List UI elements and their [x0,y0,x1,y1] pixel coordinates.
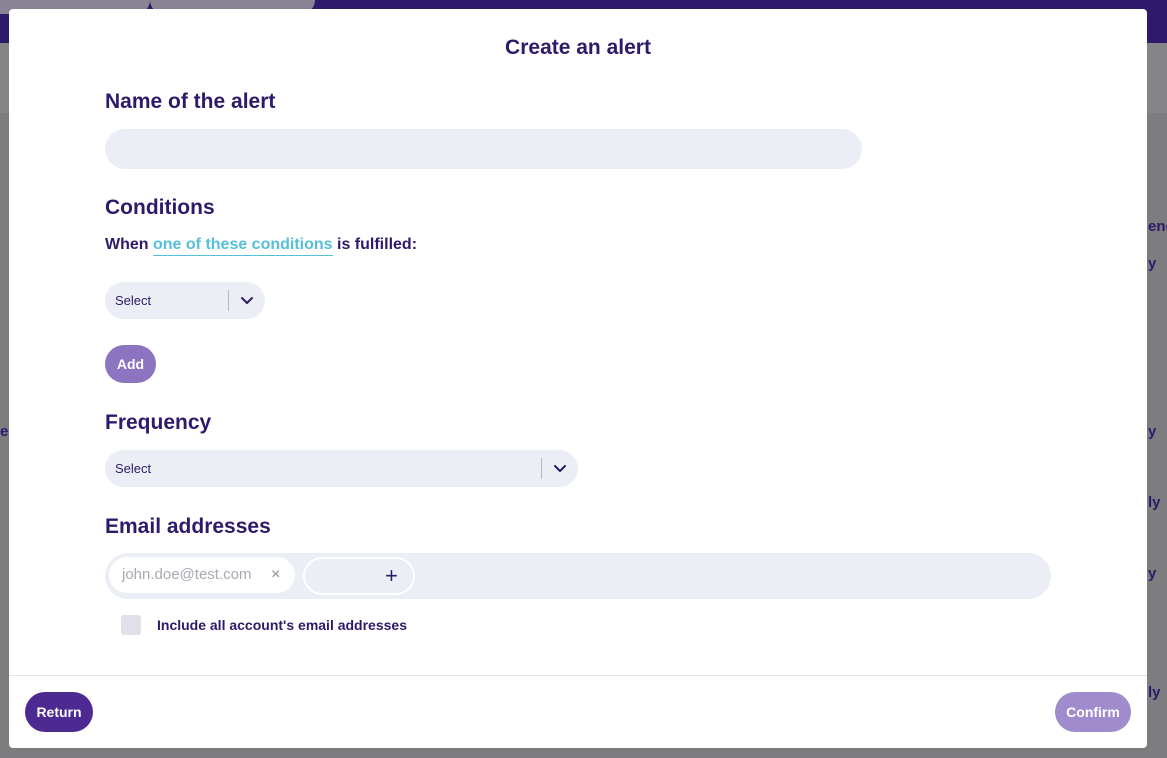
background-text: enc [1148,218,1167,235]
condition-select[interactable]: Select [105,282,265,319]
background-text: e [0,423,9,440]
background-text: y [1148,423,1157,440]
chevron-down-icon [241,297,253,304]
footer-divider [9,675,1147,676]
add-email-button[interactable]: + [303,557,415,595]
select-divider [541,458,542,479]
name-heading: Name of the alert [105,90,276,113]
frequency-heading: Frequency [105,411,212,434]
email-chip-text: john.doe@test.com [122,566,252,583]
plus-icon: + [385,563,398,588]
email-chip: john.doe@test.com × [109,557,295,593]
chevron-down-icon [554,465,566,472]
background-text: y [1148,565,1157,582]
confirm-button[interactable]: Confirm [1055,692,1131,732]
frequency-select[interactable]: Select [105,450,578,487]
select-divider [228,290,229,311]
email-addresses-field[interactable]: john.doe@test.com × + [105,553,1051,599]
return-button[interactable]: Return [25,692,93,732]
background-text: ly [1148,684,1161,701]
include-all-emails-checkbox[interactable] [121,615,141,635]
include-all-emails-label[interactable]: Include all account's email addresses [157,617,407,633]
alert-name-input[interactable] [105,129,862,169]
background-text: ly [1148,494,1161,511]
modal-title: Create an alert [505,36,651,59]
when-suffix: is fulfilled: [337,236,418,253]
conditions-heading: Conditions [105,196,215,219]
email-heading: Email addresses [105,515,271,538]
add-condition-button[interactable]: Add [105,345,156,383]
condition-mode-link[interactable]: one of these conditions [153,236,333,256]
conditions-sentence: When one of these conditions is fulfille… [105,236,418,256]
close-icon[interactable]: × [271,566,280,584]
create-alert-modal: Create an alert Name of the alert Condit… [9,9,1147,748]
frequency-select-value: Select [115,461,152,476]
condition-select-value: Select [115,293,152,308]
background-text: y [1148,255,1157,272]
when-prefix: When [105,236,149,253]
